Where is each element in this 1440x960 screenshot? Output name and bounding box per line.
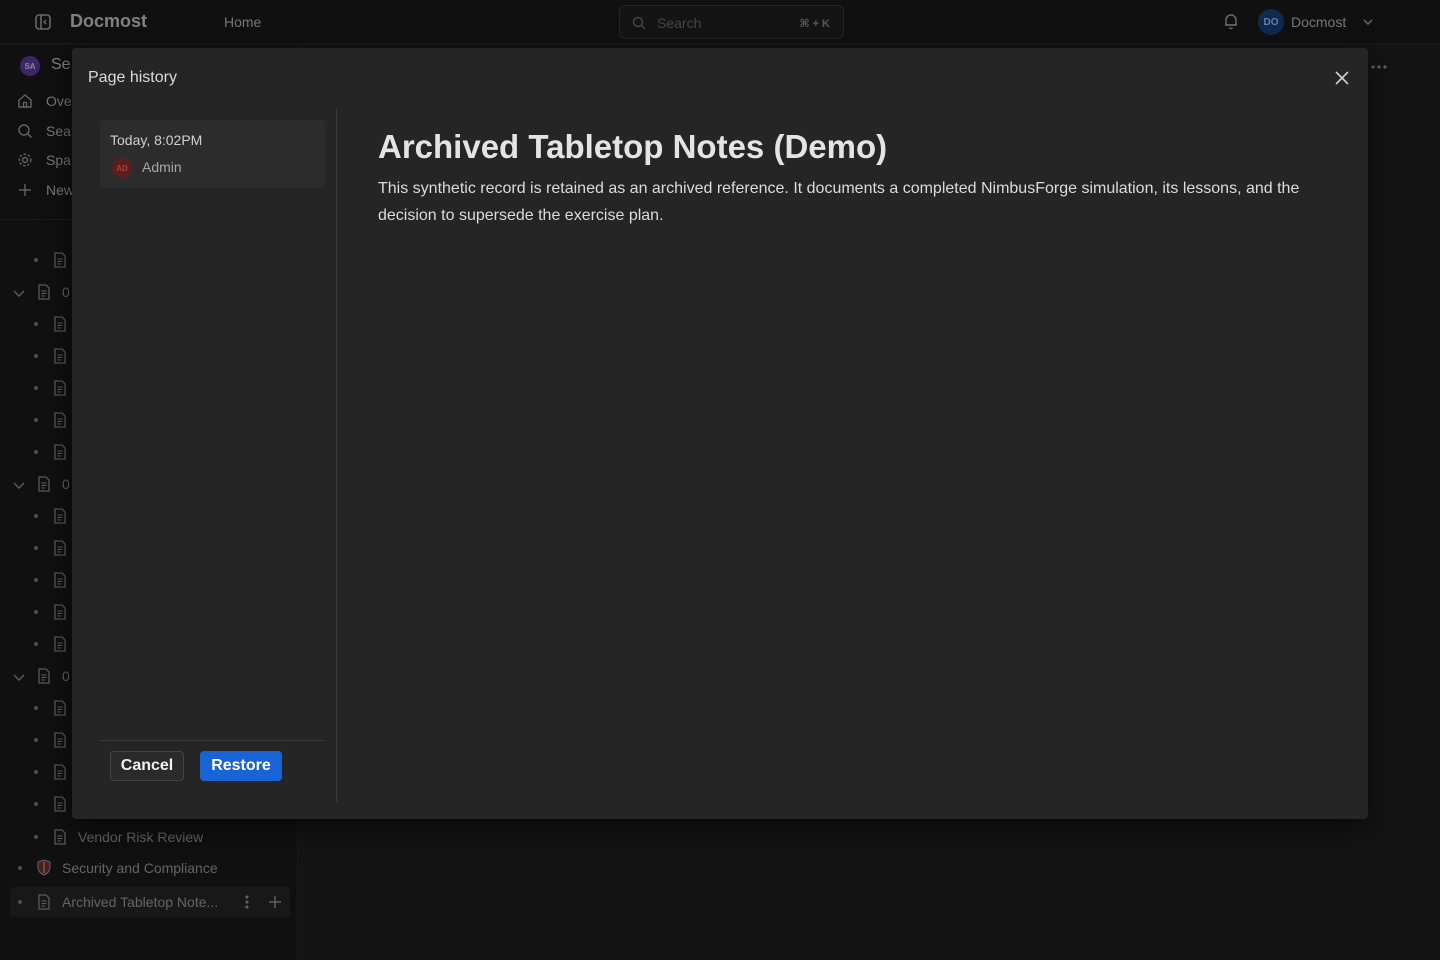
close-icon[interactable] [1334,70,1350,86]
restore-button[interactable]: Restore [200,751,282,781]
history-doc-title: Archived Tabletop Notes (Demo) [378,128,888,165]
history-item-user: Admin [142,159,182,175]
history-doc-body: This synthetic record is retained as an … [378,180,1300,224]
avatar: AD [112,158,132,178]
cancel-button[interactable]: Cancel [110,751,184,781]
modal-title: Page history [88,69,177,86]
history-list: Today, 8:02PM AD Admin Cancel Restore [100,108,325,802]
page-history-modal: Page history Today, 8:02PM AD Admin Canc… [72,48,1368,819]
history-item-time: Today, 8:02PM [110,132,203,148]
history-item[interactable]: Today, 8:02PM AD Admin [100,120,325,188]
divider [100,740,325,741]
panel-divider [336,108,337,802]
